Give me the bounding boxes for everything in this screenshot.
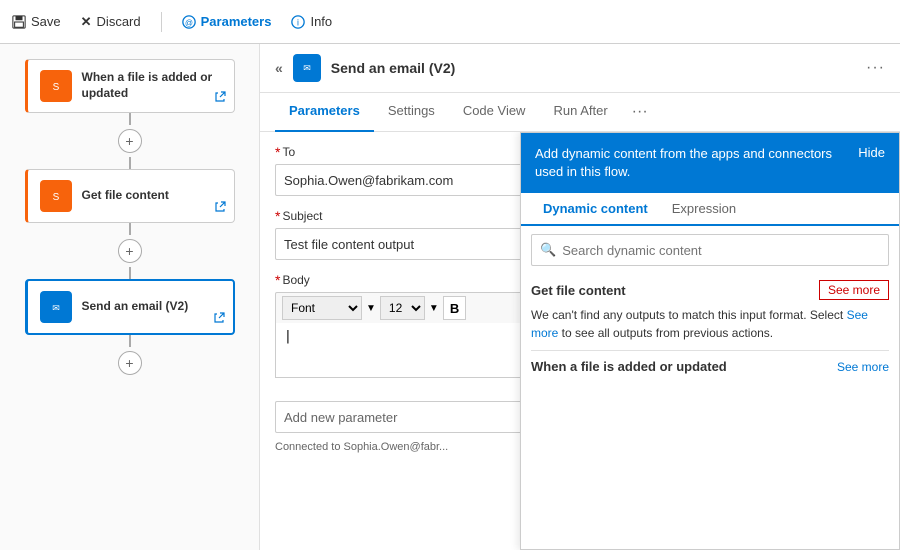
right-panel: « ✉ Send an email (V2) ··· Parameters Se…	[260, 44, 900, 550]
content-sections: Get file content See more We can't find …	[521, 274, 899, 549]
action-icon: ✉	[293, 54, 321, 82]
toolbar-divider	[161, 12, 162, 32]
action-title: Send an email (V2)	[331, 60, 856, 76]
connector-line-2	[129, 157, 131, 169]
get-file-section-title: Get file content	[531, 283, 626, 298]
svg-text:i: i	[297, 17, 299, 27]
svg-text:✉: ✉	[303, 63, 311, 73]
send-email-step-label: Send an email (V2)	[82, 299, 189, 315]
add-step-1[interactable]: +	[118, 129, 142, 153]
when-file-section-title: When a file is added or updated	[531, 359, 727, 374]
no-match-text: We can't find any outputs to match this …	[531, 306, 889, 342]
size-caret: ▼	[429, 303, 439, 314]
connector-line-4	[129, 267, 131, 279]
connector-line-1	[129, 113, 131, 125]
svg-text:@: @	[185, 18, 193, 27]
trigger-step-label: When a file is added or updated	[82, 70, 222, 101]
sharepoint-icon-2: S	[47, 187, 65, 205]
tab-run-after[interactable]: Run After	[539, 93, 621, 132]
tab-code-view[interactable]: Code View	[449, 93, 540, 132]
dynamic-header-text: Add dynamic content from the apps and co…	[535, 145, 858, 181]
save-label: Save	[31, 14, 61, 29]
svg-text:S: S	[52, 192, 59, 203]
hide-button[interactable]: Hide	[858, 145, 885, 160]
outlook-action-icon: ✉	[299, 60, 315, 76]
toolbar: Save ✕ Discard @ Parameters i Info	[0, 0, 900, 44]
get-file-see-more-button[interactable]: See more	[819, 280, 889, 300]
discard-button[interactable]: ✕ Discard	[81, 14, 141, 30]
trigger-step-icon: S	[40, 70, 72, 102]
search-input[interactable]	[562, 243, 880, 258]
to-required-star: *	[275, 144, 280, 160]
font-select[interactable]: Font	[282, 296, 362, 320]
subject-required-star: *	[275, 208, 280, 224]
action-tabs: Parameters Settings Code View Run After …	[260, 93, 900, 132]
get-file-step-link	[214, 201, 226, 216]
discard-icon: ✕	[81, 14, 92, 30]
link-icon-2	[214, 201, 226, 213]
when-file-section-header: When a file is added or updated See more	[531, 359, 889, 374]
flow-step-trigger[interactable]: S When a file is added or updated	[25, 59, 235, 113]
link-icon	[214, 91, 226, 103]
parameters-label: Parameters	[201, 14, 272, 29]
trigger-step-link	[214, 91, 226, 106]
font-caret: ▼	[366, 303, 376, 314]
dynamic-tab-expression[interactable]: Expression	[660, 193, 748, 226]
info-label: Info	[310, 14, 332, 29]
tab-parameters[interactable]: Parameters	[275, 93, 374, 132]
get-file-section-header: Get file content See more	[531, 280, 889, 300]
parameters-icon: @	[182, 15, 196, 29]
tab-settings[interactable]: Settings	[374, 93, 449, 132]
get-file-step-label: Get file content	[82, 188, 169, 204]
left-panel: S When a file is added or updated + S Ge…	[0, 44, 260, 550]
outlook-icon: ✉	[47, 298, 65, 316]
main-layout: S When a file is added or updated + S Ge…	[0, 44, 900, 550]
when-file-see-more-button[interactable]: See more	[837, 360, 889, 374]
dynamic-content-panel: Add dynamic content from the apps and co…	[520, 132, 900, 550]
bold-button[interactable]: B	[443, 296, 466, 320]
parameters-button[interactable]: @ Parameters	[182, 14, 272, 29]
flow-step-get-file[interactable]: S Get file content	[25, 169, 235, 223]
link-icon-3	[213, 312, 225, 324]
dynamic-tab-content[interactable]: Dynamic content	[531, 193, 660, 226]
send-email-step-link	[213, 312, 225, 327]
search-box: 🔍	[531, 234, 889, 266]
save-icon	[12, 15, 26, 29]
tab-more-button[interactable]: ···	[622, 93, 658, 131]
connector-line-3	[129, 223, 131, 235]
search-icon: 🔍	[540, 242, 556, 258]
dynamic-panel-header: Add dynamic content from the apps and co…	[521, 133, 899, 193]
form-area: * To * Subject * Body	[260, 132, 900, 550]
flow-step-send-email[interactable]: ✉ Send an email (V2)	[25, 279, 235, 335]
info-button[interactable]: i Info	[291, 14, 332, 29]
action-header: « ✉ Send an email (V2) ···	[260, 44, 900, 93]
dynamic-tabs: Dynamic content Expression	[521, 193, 899, 226]
expand-button[interactable]: «	[275, 60, 283, 76]
svg-text:S: S	[52, 82, 59, 93]
section-divider	[531, 350, 889, 351]
more-options-button[interactable]: ···	[866, 59, 885, 77]
add-step-3[interactable]: +	[118, 351, 142, 375]
body-required-star: *	[275, 272, 280, 288]
svg-text:✉: ✉	[52, 303, 60, 313]
sharepoint-icon: S	[47, 77, 65, 95]
get-file-step-icon: S	[40, 180, 72, 212]
size-select[interactable]: 12	[380, 296, 425, 320]
info-icon: i	[291, 15, 305, 29]
save-button[interactable]: Save	[12, 14, 61, 29]
see-more-link[interactable]: See more	[531, 308, 868, 340]
add-step-2[interactable]: +	[118, 239, 142, 263]
send-email-step-icon: ✉	[40, 291, 72, 323]
connector-line-5	[129, 335, 131, 347]
discard-label: Discard	[97, 14, 141, 29]
